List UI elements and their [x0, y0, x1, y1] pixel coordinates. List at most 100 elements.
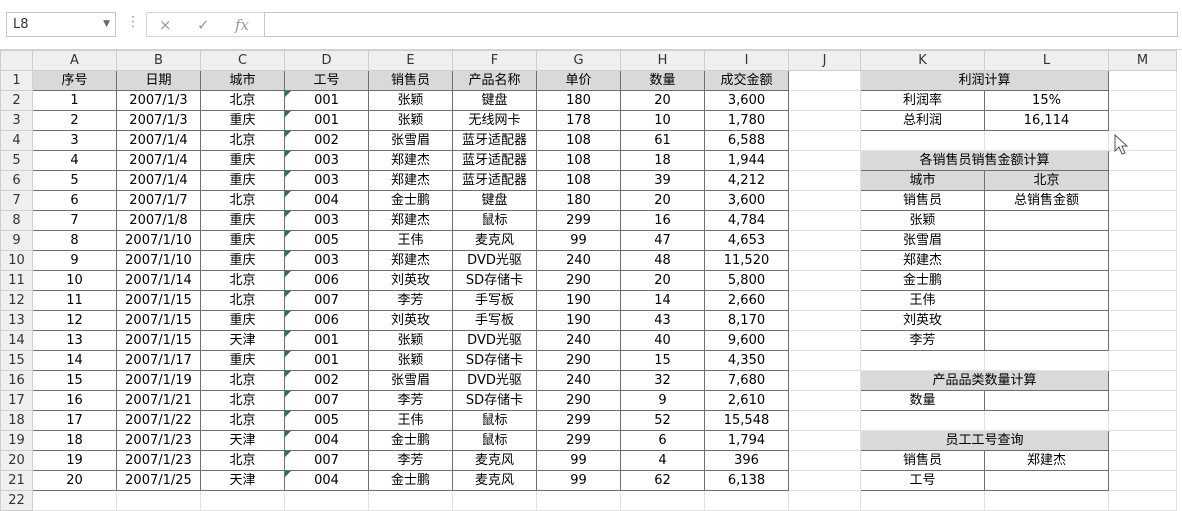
panel-value-cell[interactable]: [984, 330, 1109, 351]
empty-cell[interactable]: [788, 350, 861, 371]
table-cell[interactable]: 299: [536, 210, 621, 231]
column-header-f[interactable]: F: [452, 50, 537, 71]
table-cell[interactable]: 李芳: [368, 390, 453, 411]
table-cell[interactable]: 5,800: [704, 270, 789, 291]
table-cell[interactable]: 299: [536, 430, 621, 451]
table-cell[interactable]: 天津: [200, 430, 285, 451]
empty-cell[interactable]: [284, 490, 369, 511]
table-cell[interactable]: 10: [32, 270, 117, 291]
column-header-e[interactable]: E: [368, 50, 453, 71]
table-cell[interactable]: 天津: [200, 330, 285, 351]
empty-cell[interactable]: [788, 450, 861, 471]
table-cell[interactable]: 1,780: [704, 110, 789, 131]
empty-cell[interactable]: [788, 370, 861, 391]
table-cell[interactable]: 6: [32, 190, 117, 211]
table-cell[interactable]: DVD光驱: [452, 370, 537, 391]
empty-cell[interactable]: [704, 490, 789, 511]
empty-cell[interactable]: [788, 430, 861, 451]
table-cell[interactable]: 16: [620, 210, 705, 231]
table-cell[interactable]: 北京: [200, 370, 285, 391]
table-cell[interactable]: 鼠标: [452, 410, 537, 431]
panel-value-cell[interactable]: [984, 270, 1109, 291]
panel-label-cell[interactable]: 销售员: [860, 190, 985, 211]
table-cell[interactable]: 20: [32, 470, 117, 491]
table-cell[interactable]: 王伟: [368, 230, 453, 251]
empty-cell[interactable]: [536, 490, 621, 511]
table-cell[interactable]: 6,588: [704, 130, 789, 151]
panel-value-cell[interactable]: [984, 230, 1109, 251]
panel-value-cell[interactable]: [984, 210, 1109, 231]
panel-value-cell[interactable]: [984, 390, 1109, 411]
table-cell[interactable]: 郑建杰: [368, 150, 453, 171]
row-header[interactable]: 2: [0, 90, 33, 111]
table-cell[interactable]: 9,600: [704, 330, 789, 351]
empty-cell[interactable]: [200, 490, 285, 511]
empty-cell[interactable]: [1108, 410, 1177, 431]
table-header-cell[interactable]: 城市: [200, 70, 285, 91]
empty-cell[interactable]: [1108, 70, 1177, 91]
table-cell[interactable]: 190: [536, 290, 621, 311]
panel-label-cell[interactable]: 李芳: [860, 330, 985, 351]
empty-cell[interactable]: [788, 470, 861, 491]
table-cell[interactable]: 190: [536, 310, 621, 331]
column-header-k[interactable]: K: [860, 50, 985, 71]
row-header[interactable]: 14: [0, 330, 33, 351]
empty-cell[interactable]: [788, 170, 861, 191]
table-cell[interactable]: 18: [32, 430, 117, 451]
table-cell[interactable]: 005: [284, 410, 369, 431]
empty-cell[interactable]: [860, 350, 985, 371]
table-cell[interactable]: 180: [536, 190, 621, 211]
table-cell[interactable]: 290: [536, 390, 621, 411]
table-cell[interactable]: 2007/1/15: [116, 310, 201, 331]
row-header[interactable]: 6: [0, 170, 33, 191]
table-cell[interactable]: 2007/1/21: [116, 390, 201, 411]
table-cell[interactable]: 重庆: [200, 150, 285, 171]
table-cell[interactable]: 蓝牙适配器: [452, 130, 537, 151]
table-cell[interactable]: 240: [536, 370, 621, 391]
empty-cell[interactable]: [788, 290, 861, 311]
table-cell[interactable]: 2007/1/4: [116, 150, 201, 171]
table-cell[interactable]: 麦克风: [452, 470, 537, 491]
table-cell[interactable]: 4,784: [704, 210, 789, 231]
table-cell[interactable]: 17: [32, 410, 117, 431]
table-cell[interactable]: 5: [32, 170, 117, 191]
row-header[interactable]: 18: [0, 410, 33, 431]
table-cell[interactable]: 重庆: [200, 230, 285, 251]
table-cell[interactable]: 北京: [200, 450, 285, 471]
table-cell[interactable]: 8,170: [704, 310, 789, 331]
column-header-h[interactable]: H: [620, 50, 705, 71]
table-cell[interactable]: 1: [32, 90, 117, 111]
table-cell[interactable]: 48: [620, 250, 705, 271]
column-header-b[interactable]: B: [116, 50, 201, 71]
table-cell[interactable]: 北京: [200, 410, 285, 431]
table-cell[interactable]: 刘英玫: [368, 310, 453, 331]
table-cell[interactable]: 王伟: [368, 410, 453, 431]
table-cell[interactable]: 北京: [200, 290, 285, 311]
table-cell[interactable]: 99: [536, 470, 621, 491]
empty-cell[interactable]: [1108, 490, 1177, 511]
row-header[interactable]: 12: [0, 290, 33, 311]
table-cell[interactable]: 003: [284, 210, 369, 231]
table-cell[interactable]: 13: [32, 330, 117, 351]
table-cell[interactable]: 396: [704, 450, 789, 471]
table-cell[interactable]: 郑建杰: [368, 210, 453, 231]
table-header-cell[interactable]: 日期: [116, 70, 201, 91]
table-cell[interactable]: 15,548: [704, 410, 789, 431]
table-cell[interactable]: 11,520: [704, 250, 789, 271]
table-cell[interactable]: 天津: [200, 470, 285, 491]
drag-handle-icon[interactable]: ⋮: [126, 14, 140, 30]
table-cell[interactable]: 重庆: [200, 250, 285, 271]
table-cell[interactable]: 6: [620, 430, 705, 451]
table-cell[interactable]: 金士鹏: [368, 190, 453, 211]
table-cell[interactable]: 2007/1/10: [116, 250, 201, 271]
empty-cell[interactable]: [1108, 370, 1177, 391]
empty-cell[interactable]: [1108, 470, 1177, 491]
table-cell[interactable]: SD存储卡: [452, 350, 537, 371]
table-cell[interactable]: 001: [284, 90, 369, 111]
table-cell[interactable]: 无线网卡: [452, 110, 537, 131]
panel-label-cell[interactable]: 王伟: [860, 290, 985, 311]
table-cell[interactable]: 001: [284, 350, 369, 371]
empty-cell[interactable]: [452, 490, 537, 511]
table-cell[interactable]: 007: [284, 290, 369, 311]
empty-cell[interactable]: [788, 190, 861, 211]
